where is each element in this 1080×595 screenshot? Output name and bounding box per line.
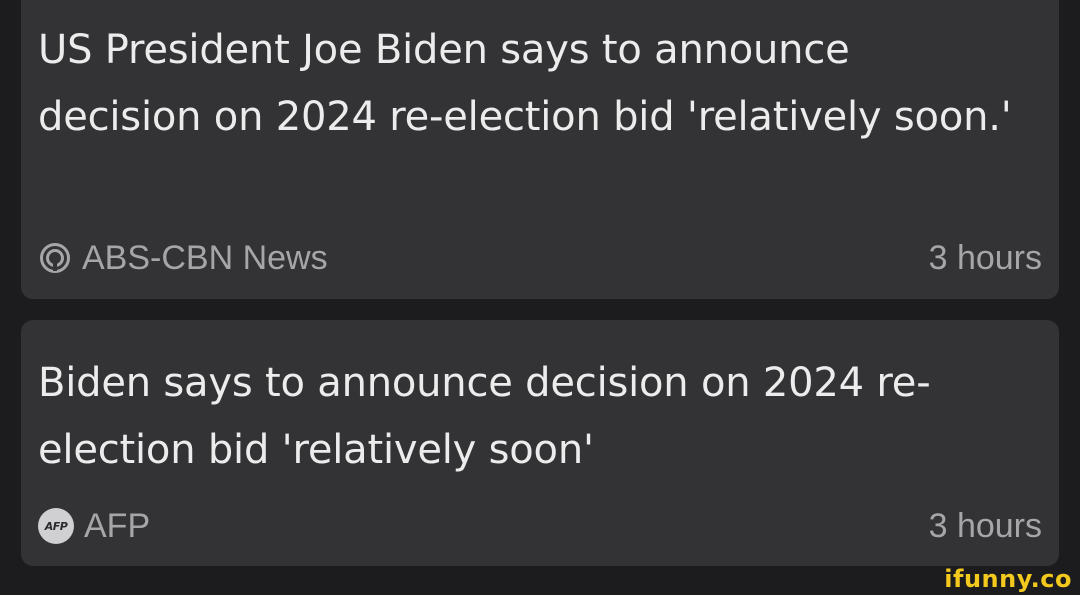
ifunny-watermark: ifunny.co xyxy=(944,565,1072,593)
news-headline[interactable]: US President Joe Biden says to announce … xyxy=(38,17,1019,151)
afp-logo-icon: AFP xyxy=(38,508,74,544)
news-source: AFP AFP xyxy=(38,507,150,546)
news-item-card[interactable]: Biden says to announce decision on 2024 … xyxy=(21,320,1059,566)
news-source-label: AFP xyxy=(84,506,151,545)
news-source: ABS-CBN News xyxy=(38,239,328,278)
news-item-card[interactable]: US President Joe Biden says to announce … xyxy=(21,0,1059,299)
news-meta: ABS-CBN News 3 hours xyxy=(38,238,1042,278)
news-source-label: ABS-CBN News xyxy=(82,238,328,277)
abs-cbn-logo-icon xyxy=(38,241,72,275)
news-timestamp: 3 hours xyxy=(928,238,1042,277)
news-meta: AFP AFP 3 hours xyxy=(38,506,1042,546)
news-timestamp: 3 hours xyxy=(928,506,1042,545)
news-headline[interactable]: Biden says to announce decision on 2024 … xyxy=(38,350,1019,484)
